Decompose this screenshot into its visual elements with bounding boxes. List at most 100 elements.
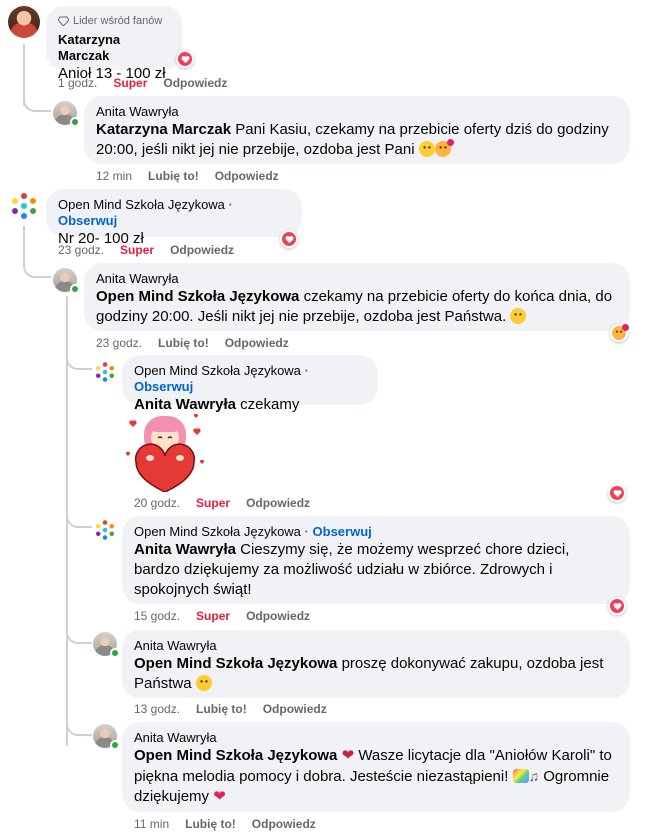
open-mind-logo-icon[interactable]	[8, 190, 40, 222]
reaction-heart-icon[interactable]	[280, 230, 298, 248]
mention-link[interactable]: Katarzyna Marczak	[96, 121, 231, 138]
reaction-heart-icon[interactable]	[176, 50, 194, 68]
thread-connector	[23, 90, 51, 112]
comment-actions: 23 godz. Super Odpowiedz	[58, 243, 234, 257]
online-status-dot	[110, 740, 120, 750]
online-status-dot	[110, 648, 120, 658]
comment-actions: 15 godz. Super Odpowiedz	[134, 609, 310, 623]
comment-text: Open Mind Szkoła Językowa proszę dokonyw…	[134, 654, 618, 694]
comment-text: Open Mind Szkoła Językowa czekamy na prz…	[96, 287, 618, 327]
separator: ·	[304, 524, 309, 539]
open-mind-logo-icon[interactable]	[93, 518, 117, 542]
smile-emoji-icon	[510, 308, 527, 324]
reply-button[interactable]: Odpowiedz	[246, 609, 310, 623]
comment-actions: 11 min Lubię to! Odpowiedz	[134, 817, 316, 831]
open-mind-logo-icon[interactable]	[93, 360, 117, 384]
reaction-kiss-icon[interactable]	[610, 324, 629, 342]
online-status-dot	[70, 117, 80, 127]
comment-time[interactable]: 1 godz.	[58, 76, 97, 90]
super-reaction-button[interactable]: Super	[196, 609, 230, 623]
mention-link[interactable]: Anita Wawryła	[134, 541, 236, 558]
comment-bubble: Lider wśród fanów Katarzyna Marczak Anio…	[46, 6, 182, 82]
comment-text-body: czekamy	[240, 396, 300, 413]
comment-author[interactable]: Anita Wawryła	[96, 271, 618, 287]
follow-button[interactable]: Obserwuj	[134, 379, 193, 394]
comment-time[interactable]: 23 godz.	[96, 336, 142, 350]
separator: ·	[304, 363, 309, 378]
reply-button[interactable]: Odpowiedz	[170, 243, 234, 257]
comment-author[interactable]: Anita Wawryła	[96, 104, 618, 120]
mention-link[interactable]: Open Mind Szkoła Językowa	[134, 747, 337, 764]
comment-bubble: Anita Wawryła Open Mind Szkoła Językowa …	[122, 630, 630, 698]
reaction-heart-icon[interactable]	[608, 484, 626, 502]
super-reaction-button[interactable]: Super	[196, 496, 230, 510]
comment-author[interactable]: Katarzyna Marczak	[58, 32, 170, 64]
comment-actions: 13 godz. Lubię to! Odpowiedz	[134, 702, 327, 716]
comment-author: Open Mind Szkoła Językowa · Obserwuj	[134, 363, 366, 395]
comment-time[interactable]: 13 godz.	[134, 702, 180, 716]
kiss-emoji-icon	[612, 324, 629, 340]
author-name[interactable]: Open Mind Szkoła Językowa	[58, 197, 225, 212]
comment-bubble: Anita Wawryła Open Mind Szkoła Językowa …	[84, 263, 630, 331]
mention-link[interactable]: Open Mind Szkoła Językowa	[134, 655, 337, 672]
smile-emoji-icon	[195, 675, 212, 691]
comment-author: Open Mind Szkoła Językowa · Obserwuj	[134, 524, 618, 540]
reply-button[interactable]: Odpowiedz	[215, 169, 279, 183]
smile-emoji-icon	[418, 141, 435, 157]
comment-bubble: Anita Wawryła Katarzyna Marczak Pani Kas…	[84, 96, 630, 164]
heart-ribbon-emoji-icon: ❤	[341, 747, 355, 764]
comment-author[interactable]: Anita Wawryła	[134, 730, 618, 746]
diamond-icon	[58, 16, 69, 26]
thread-line	[23, 226, 25, 256]
avatar[interactable]	[8, 6, 40, 38]
badge-label: Lider wśród fanów	[73, 15, 163, 27]
reply-button[interactable]: Odpowiedz	[246, 496, 310, 510]
comment-actions: 1 godz. Super Odpowiedz	[58, 76, 227, 90]
thread-connector	[66, 508, 92, 528]
thread-connector	[66, 716, 92, 736]
like-button[interactable]: Lubię to!	[148, 169, 199, 183]
comment-text: Katarzyna Marczak Pani Kasiu, czekamy na…	[96, 120, 618, 160]
comment-actions: 23 godz. Lubię to! Odpowiedz	[96, 336, 289, 350]
comment-author: Open Mind Szkoła Językowa · Obserwuj	[58, 197, 290, 229]
reply-button[interactable]: Odpowiedz	[252, 817, 316, 831]
follow-button[interactable]: Obserwuj	[58, 213, 117, 228]
mention-link[interactable]: Open Mind Szkoła Językowa	[96, 288, 299, 305]
reply-button[interactable]: Odpowiedz	[263, 702, 327, 716]
like-button[interactable]: Lubię to!	[158, 336, 209, 350]
follow-button[interactable]: Obserwuj	[313, 524, 372, 539]
like-button[interactable]: Lubię to!	[185, 817, 236, 831]
comment-bubble: Open Mind Szkoła Językowa · Obserwuj Ani…	[122, 516, 630, 604]
comment-actions: 20 godz. Super Odpowiedz	[134, 496, 310, 510]
reply-button[interactable]: Odpowiedz	[163, 76, 227, 90]
comment-time[interactable]: 23 godz.	[58, 243, 104, 257]
online-status-dot	[70, 284, 80, 294]
super-reaction-button[interactable]: Super	[113, 76, 147, 90]
comment-bubble: Open Mind Szkoła Językowa · Obserwuj Nr …	[46, 189, 302, 247]
like-button[interactable]: Lubię to!	[196, 702, 247, 716]
super-reaction-button[interactable]: Super	[120, 243, 154, 257]
comment-bubble: Anita Wawryła Open Mind Szkoła Językowa …	[122, 722, 630, 812]
kiss-emoji-icon	[434, 139, 454, 157]
comment-time[interactable]: 20 godz.	[134, 496, 180, 510]
music-notes-emoji-icon: ♫	[528, 768, 540, 784]
comment-actions: 12 min Lubię to! Odpowiedz	[96, 169, 279, 183]
comment-text: Open Mind Szkoła Językowa ❤ Wasze licyta…	[134, 746, 618, 807]
thread-connector	[23, 256, 51, 278]
author-name[interactable]: Open Mind Szkoła Językowa	[134, 524, 301, 539]
top-fan-badge: Lider wśród fanów	[58, 14, 170, 28]
thread-connector	[66, 350, 92, 370]
author-name[interactable]: Open Mind Szkoła Językowa	[134, 363, 301, 378]
comment-time[interactable]: 11 min	[134, 817, 169, 831]
comment-bubble: Open Mind Szkoła Językowa · Obserwuj Ani…	[122, 355, 378, 413]
rainbow-emoji-icon	[512, 769, 529, 783]
comment-time[interactable]: 12 min	[96, 169, 132, 183]
red-heart-emoji-icon: ❤	[213, 788, 226, 805]
comment-time[interactable]: 15 godz.	[134, 609, 180, 623]
comment-text: Anita Wawryła Cieszymy się, że możemy we…	[134, 540, 618, 600]
heart-girl-sticker[interactable]	[122, 410, 210, 492]
thread-connector	[66, 624, 92, 644]
reaction-heart-icon[interactable]	[608, 597, 626, 615]
reply-button[interactable]: Odpowiedz	[225, 336, 289, 350]
comment-author[interactable]: Anita Wawryła	[134, 638, 618, 654]
